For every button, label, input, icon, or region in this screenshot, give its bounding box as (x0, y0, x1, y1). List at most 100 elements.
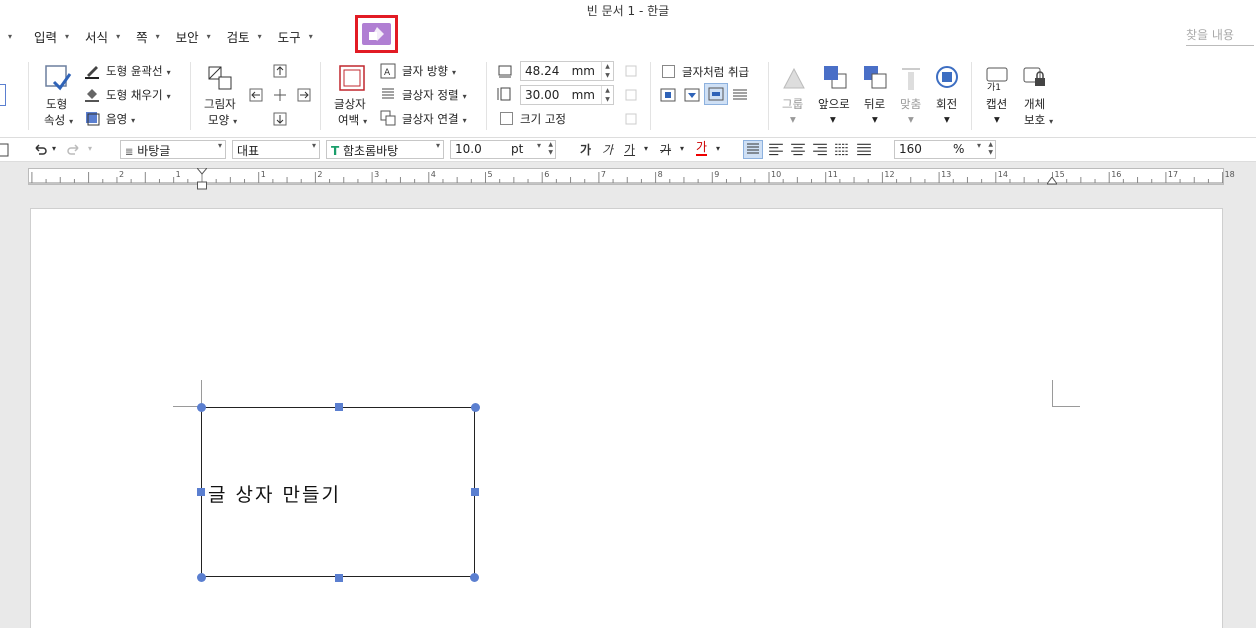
horizontal-ruler[interactable]: 2 1 1 2 3 4 5 6 7 8 9 10 11 12 13 14 15 16 17 18 (28, 168, 1235, 185)
textbox-margin-button[interactable]: 여백 ▾ (338, 112, 367, 128)
right-indent-marker[interactable] (1046, 176, 1058, 190)
shape-fill-button[interactable]: 도형 채우기 ▾ (106, 87, 171, 103)
shape-properties-button[interactable]: 속성 ▾ (44, 112, 73, 128)
picture-shape-label1[interactable]: 그림자 (204, 96, 236, 112)
textbox-link-icon[interactable] (380, 110, 396, 126)
strike-button[interactable]: 가 (660, 141, 671, 158)
send-back-caret[interactable]: ▾ (872, 112, 878, 126)
wrap-top-bottom-icon[interactable] (684, 87, 700, 103)
language-select[interactable]: 대표 ▾ (232, 140, 320, 159)
undo-dropdown[interactable]: ▾ (52, 144, 56, 153)
resize-handle-top[interactable] (335, 403, 343, 411)
align-left-icon[interactable] (248, 87, 264, 103)
resize-handle-bottom-left[interactable] (197, 573, 206, 582)
resize-handle-bottom[interactable] (335, 574, 343, 582)
shadow-icon[interactable] (84, 110, 100, 126)
menu-prev-arrow[interactable]: ▾ (8, 32, 12, 41)
shape-properties-label1[interactable]: 도형 (46, 96, 67, 112)
text-direction-icon[interactable]: A (380, 63, 396, 79)
align-center-icon[interactable] (272, 87, 288, 103)
ruler-number: 8 (657, 170, 663, 179)
shape-context-tab[interactable] (355, 15, 398, 53)
indent-marker[interactable] (195, 167, 209, 193)
underline-button[interactable]: 가 (624, 141, 635, 158)
align-top-icon[interactable] (272, 63, 288, 79)
shape-outline-icon[interactable] (84, 63, 100, 79)
height-spinner[interactable]: 30.00 mm ▲ ▼ (520, 85, 614, 105)
align-left-text-icon[interactable] (768, 142, 784, 158)
ribbon: 도형 속성 ▾ 도형 윤곽선 ▾ 도형 채우기 ▾ 음영 ▾ 그림자 모양 ▾ 글상자 여… (0, 58, 1256, 138)
menu-item-tools[interactable]: 도구 ▾ (278, 27, 313, 46)
bring-front-icon[interactable] (822, 64, 848, 90)
zoom-arrows[interactable]: ▲ ▼ (988, 141, 993, 157)
text-direction-button[interactable]: 글자 방향 ▾ (402, 63, 456, 79)
height-spinner-arrows[interactable]: ▲ ▼ (601, 86, 613, 104)
rotate-icon[interactable] (934, 64, 960, 90)
italic-button[interactable]: 가 (602, 141, 613, 158)
menu-item-page[interactable]: 쪽 ▾ (136, 27, 160, 46)
align-right-icon[interactable] (296, 87, 312, 103)
format-bar: ▾ ▾ ≣ 바탕글 ▾ 대표 ▾ T 함초롬바탕 ▾ 10.0 pt ▾ ▲ ▼ 가 가… (0, 138, 1256, 162)
bring-front-caret[interactable]: ▾ (830, 112, 836, 126)
font-select[interactable]: T 함초롬바탕 ▾ (326, 140, 444, 159)
text-box-content[interactable]: 글 상자 만들기 (208, 480, 341, 507)
previous-group-icon[interactable] (0, 84, 6, 106)
font-size-spinner[interactable]: 10.0 pt ▾ ▲ ▼ (450, 140, 556, 159)
send-back-button[interactable]: 뒤로 (864, 96, 885, 112)
textbox-align-icon[interactable] (380, 86, 396, 102)
protect-label1[interactable]: 개체 (1024, 96, 1045, 112)
picture-shape-icon[interactable] (206, 64, 234, 92)
align-right-text-icon[interactable] (812, 142, 828, 158)
shape-fill-icon[interactable] (84, 86, 100, 102)
align-objects-label: 맞춤 (900, 97, 922, 111)
menu-item-review[interactable]: 검토 ▾ (227, 27, 262, 46)
send-back-icon[interactable] (862, 64, 888, 90)
undo-icon[interactable] (32, 142, 48, 158)
wrap-square-icon[interactable] (660, 87, 676, 103)
lock-icon[interactable] (1022, 66, 1048, 90)
zoom-spinner[interactable]: 160 % ▾ ▲ ▼ (894, 140, 996, 159)
justify-selected[interactable] (743, 140, 763, 159)
bold-button[interactable]: 가 (580, 141, 591, 158)
rotate-button[interactable]: 회전 (936, 96, 957, 112)
shadow-button[interactable]: 음영 ▾ (106, 111, 135, 127)
search-input[interactable]: 찾을 내용 (1186, 26, 1254, 46)
textbox-align-button[interactable]: 글상자 정렬 ▾ (402, 87, 467, 103)
distribute-icon[interactable] (834, 142, 850, 158)
resize-handle-right[interactable] (471, 488, 479, 496)
menu-item-input[interactable]: 입력 ▾ (34, 27, 69, 46)
caption-button[interactable]: 캡션 (986, 96, 1007, 112)
underline-dropdown[interactable]: ▾ (644, 144, 648, 153)
wrap-behind-selected[interactable] (704, 83, 728, 105)
font-size-arrows[interactable]: ▲ ▼ (548, 141, 553, 157)
caption-caret[interactable]: ▾ (994, 112, 1000, 126)
align-center-text-icon[interactable] (790, 142, 806, 158)
shape-properties-icon[interactable] (44, 64, 72, 92)
protect-button[interactable]: 보호 ▾ (1024, 112, 1053, 128)
picture-shape-button[interactable]: 모양 ▾ (208, 112, 237, 128)
font-color-button[interactable]: 가 (696, 141, 708, 156)
fix-size-checkbox[interactable] (500, 112, 513, 125)
textbox-margin-label1[interactable]: 글상자 (334, 96, 366, 112)
resize-handle-top-left[interactable] (197, 403, 206, 412)
style-select[interactable]: ≣ 바탕글 ▾ (120, 140, 226, 159)
treat-as-char-checkbox[interactable] (662, 65, 675, 78)
menu-item-security[interactable]: 보안 ▾ (176, 27, 211, 46)
menu-item-format[interactable]: 서식 ▾ (85, 27, 120, 46)
textbox-link-button[interactable]: 글상자 연결 ▾ (402, 111, 467, 127)
save-icon-partial[interactable] (0, 142, 16, 158)
textbox-margin-icon[interactable] (338, 64, 366, 92)
width-spinner-arrows[interactable]: ▲ ▼ (601, 62, 613, 80)
resize-handle-left[interactable] (197, 488, 205, 496)
font-color-dropdown[interactable]: ▾ (716, 144, 720, 153)
strike-dropdown[interactable]: ▾ (680, 144, 684, 153)
width-spinner[interactable]: 48.24 mm ▲ ▼ (520, 61, 614, 81)
align-bottom-icon[interactable] (272, 111, 288, 127)
resize-handle-top-right[interactable] (471, 403, 480, 412)
shape-outline-button[interactable]: 도형 윤곽선 ▾ (106, 63, 171, 79)
wrap-front-icon[interactable] (732, 87, 748, 103)
resize-handle-bottom-right[interactable] (470, 573, 479, 582)
divide-icon[interactable] (856, 142, 872, 158)
bring-front-button[interactable]: 앞으로 (818, 96, 850, 112)
rotate-caret[interactable]: ▾ (944, 112, 950, 126)
